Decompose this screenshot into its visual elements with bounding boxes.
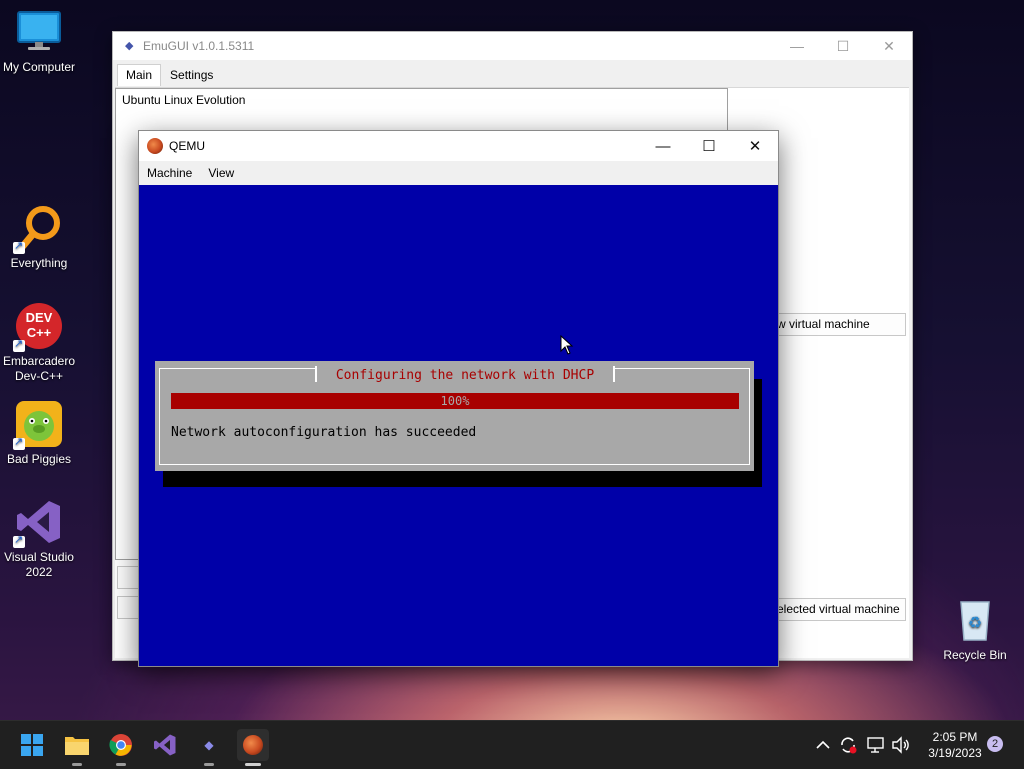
new-vm-button[interactable]: w virtual machine [772, 313, 906, 336]
notification-badge[interactable]: 2 [987, 736, 1003, 752]
minimize-button[interactable]: — [774, 32, 820, 60]
taskbar-chrome[interactable] [105, 729, 137, 766]
sync-icon[interactable] [838, 721, 858, 769]
menu-machine[interactable]: Machine [139, 166, 200, 180]
desktop-icon-label: Recycle Bin [943, 648, 1007, 662]
taskbar-emugui[interactable]: ◆ [193, 729, 225, 766]
qemu-guest-screen[interactable]: Configuring the network with DHCP 100% N… [139, 185, 778, 666]
running-indicator [116, 763, 126, 766]
progress-bar: 100% [171, 393, 739, 409]
qemu-menubar: Machine View [139, 161, 778, 185]
running-indicator [72, 763, 82, 766]
delete-vm-button[interactable]: elected virtual machine [772, 598, 906, 621]
qemu-title: QEMU [169, 139, 205, 153]
show-hidden-icons-chevron-icon[interactable] [816, 721, 830, 769]
qemu-app-icon [147, 138, 163, 154]
taskbar-visual-studio[interactable] [149, 729, 181, 761]
shortcut-arrow-icon [13, 239, 25, 254]
taskbar-qemu[interactable] [237, 729, 269, 766]
network-icon[interactable] [866, 721, 886, 769]
qemu-icon [243, 735, 263, 755]
menu-view[interactable]: View [200, 166, 242, 180]
desktop-icon-visual-studio[interactable]: Visual Studio 2022 [0, 498, 78, 580]
devcpp-icon: DEV C++ [13, 302, 63, 352]
emugui-app-icon: ◆ [125, 40, 134, 52]
taskbar-file-explorer[interactable] [61, 729, 93, 766]
bad-piggies-icon [13, 400, 63, 450]
taskbar-clock[interactable]: 2:05 PM 3/19/2023 [915, 729, 995, 761]
start-icon [21, 734, 43, 756]
desktop-icon-my-computer[interactable]: My Computer [0, 8, 78, 75]
visual-studio-icon [154, 734, 176, 756]
maximize-button[interactable]: ☐ [686, 132, 732, 160]
magnifier-icon [13, 204, 63, 254]
recycle-bin-icon: ♻ [951, 596, 999, 644]
desktop-icon-label: Visual Studio 2022 [4, 550, 74, 579]
emugui-titlebar[interactable]: ◆ EmuGUI v1.0.1.5311 — ☐ ✕ [113, 32, 912, 60]
desktop-icon-label: Embarcadero Dev-C++ [2, 354, 76, 383]
clock-time: 2:05 PM [932, 730, 978, 744]
close-button[interactable]: ✕ [732, 132, 778, 160]
volume-icon[interactable] [891, 721, 911, 769]
qemu-titlebar[interactable]: QEMU — ☐ ✕ [139, 131, 778, 161]
vm-list-item[interactable]: Ubuntu Linux Evolution [116, 89, 727, 111]
desktop-icon-label: My Computer [2, 60, 76, 74]
shortcut-arrow-icon [13, 533, 25, 548]
shortcut-arrow-icon [13, 337, 25, 352]
file-explorer-icon [65, 737, 89, 755]
desktop-icon-recycle-bin[interactable]: ♻ Recycle Bin [936, 596, 1014, 663]
close-button[interactable]: ✕ [866, 32, 912, 60]
dhcp-dialog: Configuring the network with DHCP 100% N… [155, 361, 754, 471]
running-indicator [204, 763, 214, 766]
dialog-frame: Configuring the network with DHCP [159, 366, 750, 465]
qemu-window[interactable]: QEMU — ☐ ✕ Machine View Configuring the … [138, 130, 779, 667]
mouse-pointer-icon [560, 335, 574, 355]
desktop-icon-label: Bad Piggies [6, 452, 72, 466]
tab-settings[interactable]: Settings [161, 64, 222, 86]
clock-date: 3/19/2023 [928, 746, 982, 760]
desktop-icon-everything[interactable]: Everything [0, 204, 78, 271]
shortcut-arrow-icon [13, 435, 25, 450]
desktop-icon-label: Everything [10, 256, 68, 270]
devcpp-icon-text: DEV C++ [25, 310, 53, 340]
running-indicator [245, 763, 261, 766]
dialog-message: Network autoconfiguration has succeeded [171, 425, 477, 440]
visual-studio-icon [13, 498, 63, 548]
monitor-icon [15, 8, 63, 56]
emugui-title: EmuGUI v1.0.1.5311 [143, 39, 255, 53]
start-button[interactable] [16, 729, 48, 761]
desktop-icon-bad-piggies[interactable]: Bad Piggies [0, 400, 78, 467]
svg-text:♻: ♻ [968, 615, 982, 632]
chrome-icon [109, 734, 132, 756]
minimize-button[interactable]: — [640, 132, 686, 160]
desktop-icon-devcpp[interactable]: DEV C++ Embarcadero Dev-C++ [0, 302, 78, 384]
maximize-button[interactable]: ☐ [820, 32, 866, 60]
dialog-title: Configuring the network with DHCP [315, 366, 615, 384]
progress-text: 100% [440, 394, 470, 408]
taskbar: ◆ 2:05 PM 3/19/2023 [0, 720, 1024, 769]
emugui-tabs: Main Settings [117, 64, 222, 86]
tab-main[interactable]: Main [117, 64, 162, 86]
emugui-icon: ◆ [204, 738, 214, 752]
